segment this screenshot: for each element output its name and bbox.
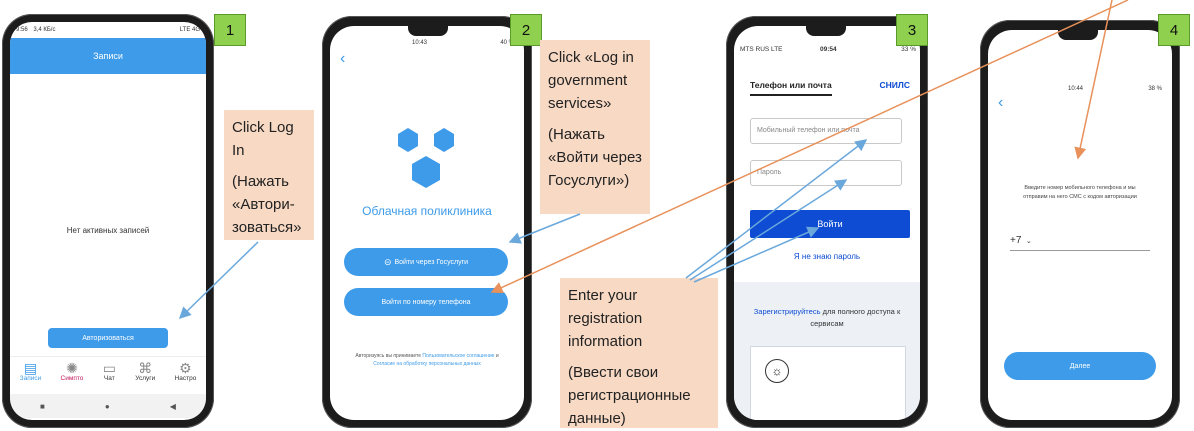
tab-label: Записи	[19, 375, 42, 382]
chevron-down-icon: ⌄	[1025, 238, 1032, 245]
tab-phone-or-email[interactable]: Телефон или почта	[750, 80, 832, 96]
info-card: ☼	[750, 346, 906, 420]
virus-icon: ✺	[66, 360, 78, 376]
password-input[interactable]: Пароль	[750, 160, 902, 186]
lightbulb-icon: ☼	[765, 359, 789, 383]
status-time: 09:54	[820, 46, 837, 53]
tab-records[interactable]: ▤ Записи	[20, 357, 42, 393]
back-icon[interactable]: ◀	[170, 402, 176, 411]
notch	[408, 26, 448, 36]
status-time: 9:56	[16, 27, 28, 33]
gosuslugi-icon: ⊝	[383, 256, 392, 267]
status-time: 10:43	[412, 40, 428, 46]
register-link[interactable]: Зарегистрируйтесь	[754, 307, 821, 316]
phone-2-screen: 10:43 40 % ‹ Облачная поликлиника ⊝ Войт…	[330, 26, 524, 420]
phone-3-screen: MTS RUS LTE 09:54 33 % Телефон или почта…	[734, 26, 920, 420]
register-panel: Зарегистрируйтесь для полного доступа к …	[734, 282, 920, 420]
tab-symptoms[interactable]: ✺ Симпто	[61, 357, 84, 393]
document-icon: ▤	[23, 360, 38, 376]
back-button[interactable]: ‹	[998, 94, 1003, 112]
login-button[interactable]: Войти	[750, 210, 910, 238]
services-icon: ⌘	[138, 360, 153, 376]
forgot-password-link[interactable]: Я не знаю пароль	[734, 252, 920, 261]
phone-login-button[interactable]: Войти по номеру телефона	[344, 288, 508, 316]
chat-icon: ▭	[102, 360, 116, 376]
app-header: Записи	[10, 38, 206, 74]
recents-icon[interactable]: ■	[40, 402, 45, 411]
note-1-en: Click Log In	[232, 119, 294, 159]
login-button[interactable]: Авторизоваться	[48, 328, 168, 348]
gosuslugi-label: Войти через Госуслуги	[394, 258, 469, 266]
step-badge-1: 1	[214, 14, 246, 46]
note-3-ru: (Ввести свои регистрационные данные)	[568, 364, 691, 427]
phone-2-frame: 10:43 40 % ‹ Облачная поликлиника ⊝ Войт…	[322, 16, 532, 428]
empty-state-text: Нет активных записей	[66, 226, 150, 235]
note-2: Click «Log in government services» (Нажа…	[540, 40, 650, 214]
next-button[interactable]: Далее	[1004, 352, 1156, 380]
hexagon-logo	[398, 128, 454, 188]
register-desc: для полного доступа к сервисам	[810, 307, 901, 328]
consent-link[interactable]: Согласие на обработку персональных данны…	[373, 361, 481, 367]
terms-link[interactable]: Пользовательское соглашение	[422, 353, 494, 359]
register-text: Зарегистрируйтесь для полного доступа к …	[744, 306, 910, 330]
note-1-ru: (Нажать «Автори-зоваться»	[232, 173, 302, 236]
tab-chat[interactable]: ▭ Чат	[103, 357, 116, 393]
notch	[1058, 30, 1098, 40]
phone-number-input[interactable]: +7 ⌄	[1010, 230, 1150, 251]
tab-label: Симпто	[60, 375, 84, 382]
header-title: Записи	[93, 51, 123, 61]
step-badge-3: 3	[896, 14, 928, 46]
phone-or-email-input[interactable]: Мобильный телефон или почта	[750, 118, 902, 144]
note-1: Click Log In (Нажать «Автори-зоваться»	[224, 110, 314, 240]
status-carrier: MTS RUS LTE	[740, 46, 783, 53]
login-tabs: Телефон или почта СНИЛС	[744, 80, 914, 98]
gear-icon: ⚙	[179, 360, 192, 376]
status-right: 33 %	[901, 46, 916, 53]
android-nav-bar: ■ ● ◀	[10, 394, 206, 418]
note-3-en: Enter your registration information	[568, 287, 643, 350]
step-badge-4: 4	[1158, 14, 1190, 46]
phone-1-screen: 9:56 3,4 КБ/с LTE 4G Записи Нет активных…	[10, 22, 206, 420]
terms-and: и	[495, 353, 499, 359]
note-2-en: Click «Log in government services»	[548, 49, 634, 112]
tab-label: Настро	[174, 375, 197, 382]
tab-snils[interactable]: СНИЛС	[880, 80, 911, 90]
tab-settings[interactable]: ⚙ Настро	[175, 357, 197, 393]
notch	[806, 26, 846, 36]
status-right: 38 %	[1148, 86, 1162, 92]
status-info: 3,4 КБ/с	[33, 27, 56, 33]
gosuslugi-login-button[interactable]: ⊝ Войти через Госуслуги	[344, 248, 508, 276]
phone-4-frame: 10:44 38 % ‹ Введите номер мобильного те…	[980, 20, 1180, 428]
note-3: Enter your registration information (Вве…	[560, 278, 718, 428]
status-bar: 9:56 3,4 КБ/с LTE 4G	[16, 27, 200, 37]
terms-prefix: Авторизуясь вы принимаете	[355, 353, 422, 359]
sms-instruction: Введите номер мобильного телефона и мы о…	[1023, 185, 1137, 200]
tab-bar: ▤ Записи ✺ Симпто ▭ Чат ⌘ Услуги ⚙ Настр…	[10, 356, 206, 393]
app-name: Облачная поликлиника	[362, 204, 492, 218]
step-badge-2: 2	[510, 14, 542, 46]
note-2-ru: (Нажать «Войти через Госуслуги»)	[548, 126, 642, 189]
terms-text: Авторизуясь вы принимаете Пользовательск…	[348, 352, 506, 368]
status-right: LTE 4G	[179, 27, 200, 33]
tab-label: Услуги	[135, 375, 156, 382]
status-bar: MTS RUS LTE 09:54 33 %	[740, 46, 916, 53]
tab-label: Чат	[103, 375, 115, 382]
home-icon[interactable]: ●	[105, 402, 110, 411]
phone-1-frame: 9:56 3,4 КБ/с LTE 4G Записи Нет активных…	[2, 14, 214, 428]
country-code-select[interactable]: +7	[1010, 235, 1021, 246]
phone-4-screen: 10:44 38 % ‹ Введите номер мобильного те…	[988, 30, 1172, 420]
status-time: 10:44	[1068, 86, 1084, 92]
back-button[interactable]: ‹	[340, 50, 345, 68]
phone-3-frame: MTS RUS LTE 09:54 33 % Телефон или почта…	[726, 16, 928, 428]
tab-services[interactable]: ⌘ Услуги	[135, 357, 155, 393]
